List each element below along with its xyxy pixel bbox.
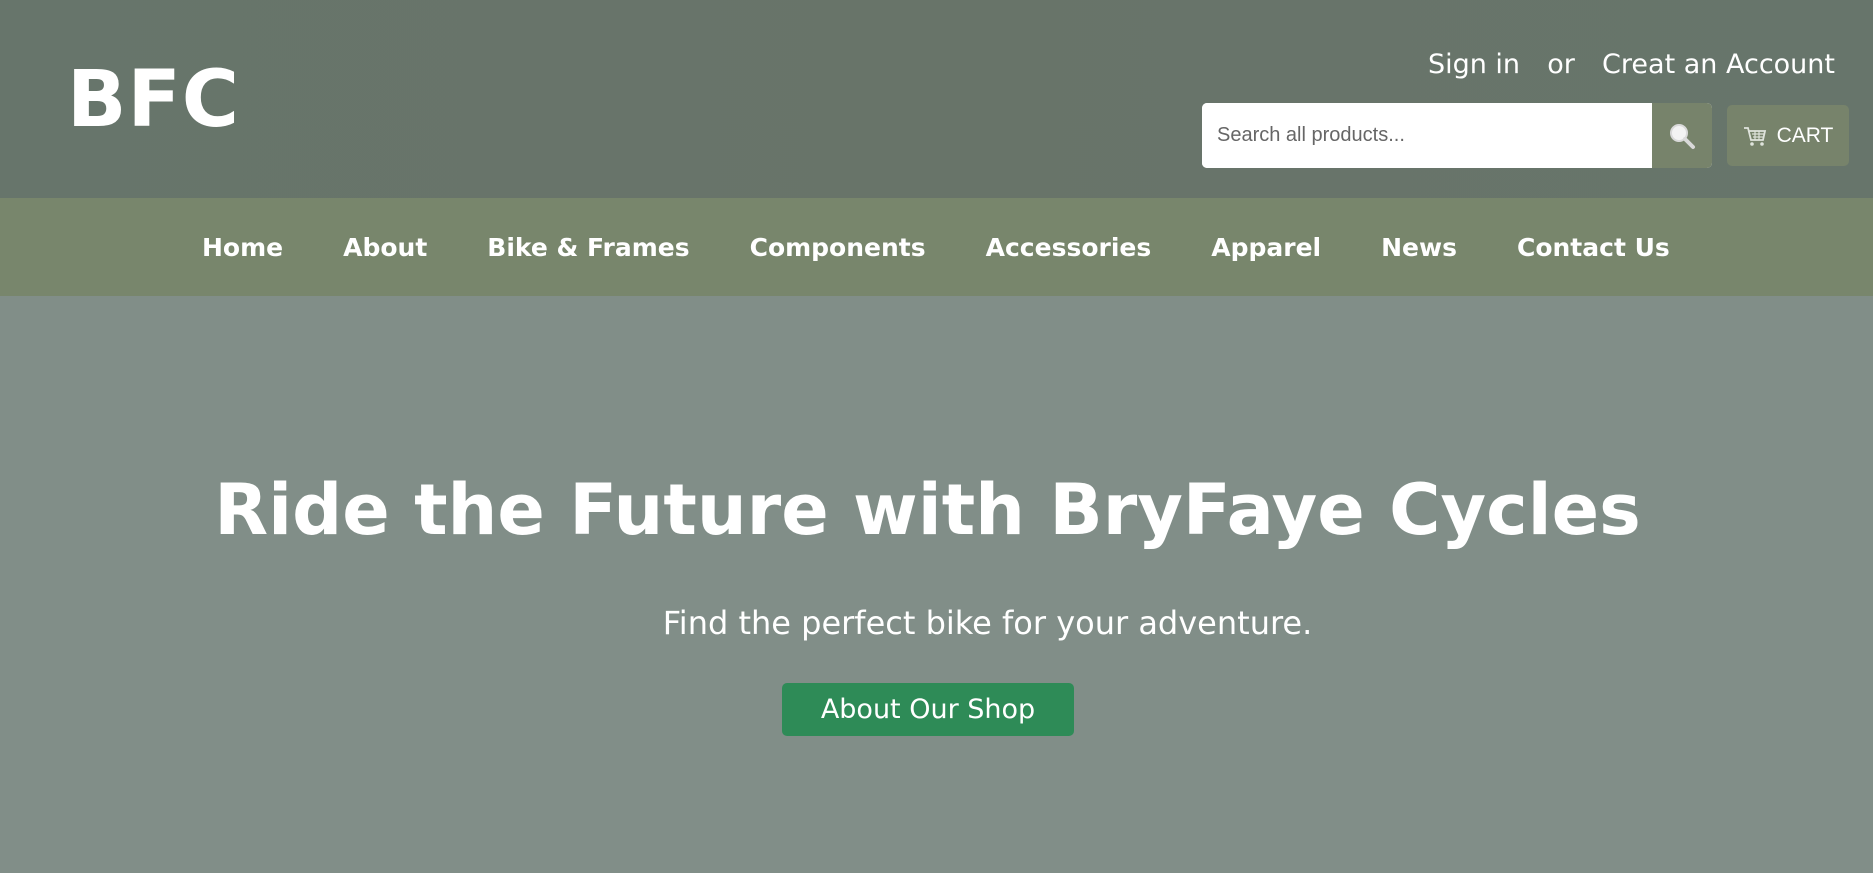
nav-item-components[interactable]: Components bbox=[750, 233, 926, 262]
site-header: BFC Sign in or Creat an Account Search a… bbox=[0, 0, 1873, 198]
nav-item-home[interactable]: Home bbox=[202, 233, 283, 262]
search-button[interactable] bbox=[1652, 103, 1712, 168]
nav-item-news[interactable]: News bbox=[1381, 233, 1457, 262]
main-nav: Home About Bike & Frames Components Acce… bbox=[0, 198, 1873, 296]
nav-item-about[interactable]: About bbox=[343, 233, 427, 262]
cart-label: CART bbox=[1776, 123, 1834, 147]
account-links: Sign in or Creat an Account bbox=[1428, 49, 1835, 80]
page: BFC Sign in or Creat an Account Search a… bbox=[0, 0, 1873, 873]
or-text: or bbox=[1547, 49, 1575, 80]
search-input[interactable] bbox=[1202, 103, 1652, 168]
hero-subtitle: Find the perfect bike for your adventure… bbox=[662, 604, 1313, 642]
hero-title: Ride the Future with BryFaye Cycles bbox=[214, 469, 1641, 551]
cart-icon bbox=[1743, 125, 1767, 147]
nav-item-accessories[interactable]: Accessories bbox=[986, 233, 1152, 262]
nav-item-apparel[interactable]: Apparel bbox=[1211, 233, 1321, 262]
nav-item-bike-frames[interactable]: Bike & Frames bbox=[487, 233, 689, 262]
cart-button[interactable]: CART bbox=[1727, 105, 1849, 166]
sign-in-link[interactable]: Sign in bbox=[1428, 49, 1520, 80]
search-icon bbox=[1667, 121, 1697, 151]
nav-item-contact-us[interactable]: Contact Us bbox=[1517, 233, 1670, 262]
about-our-shop-button[interactable]: About Our Shop bbox=[782, 683, 1074, 736]
search-bar bbox=[1202, 103, 1712, 168]
create-account-link[interactable]: Creat an Account bbox=[1602, 49, 1835, 80]
site-logo[interactable]: BFC bbox=[67, 55, 240, 145]
